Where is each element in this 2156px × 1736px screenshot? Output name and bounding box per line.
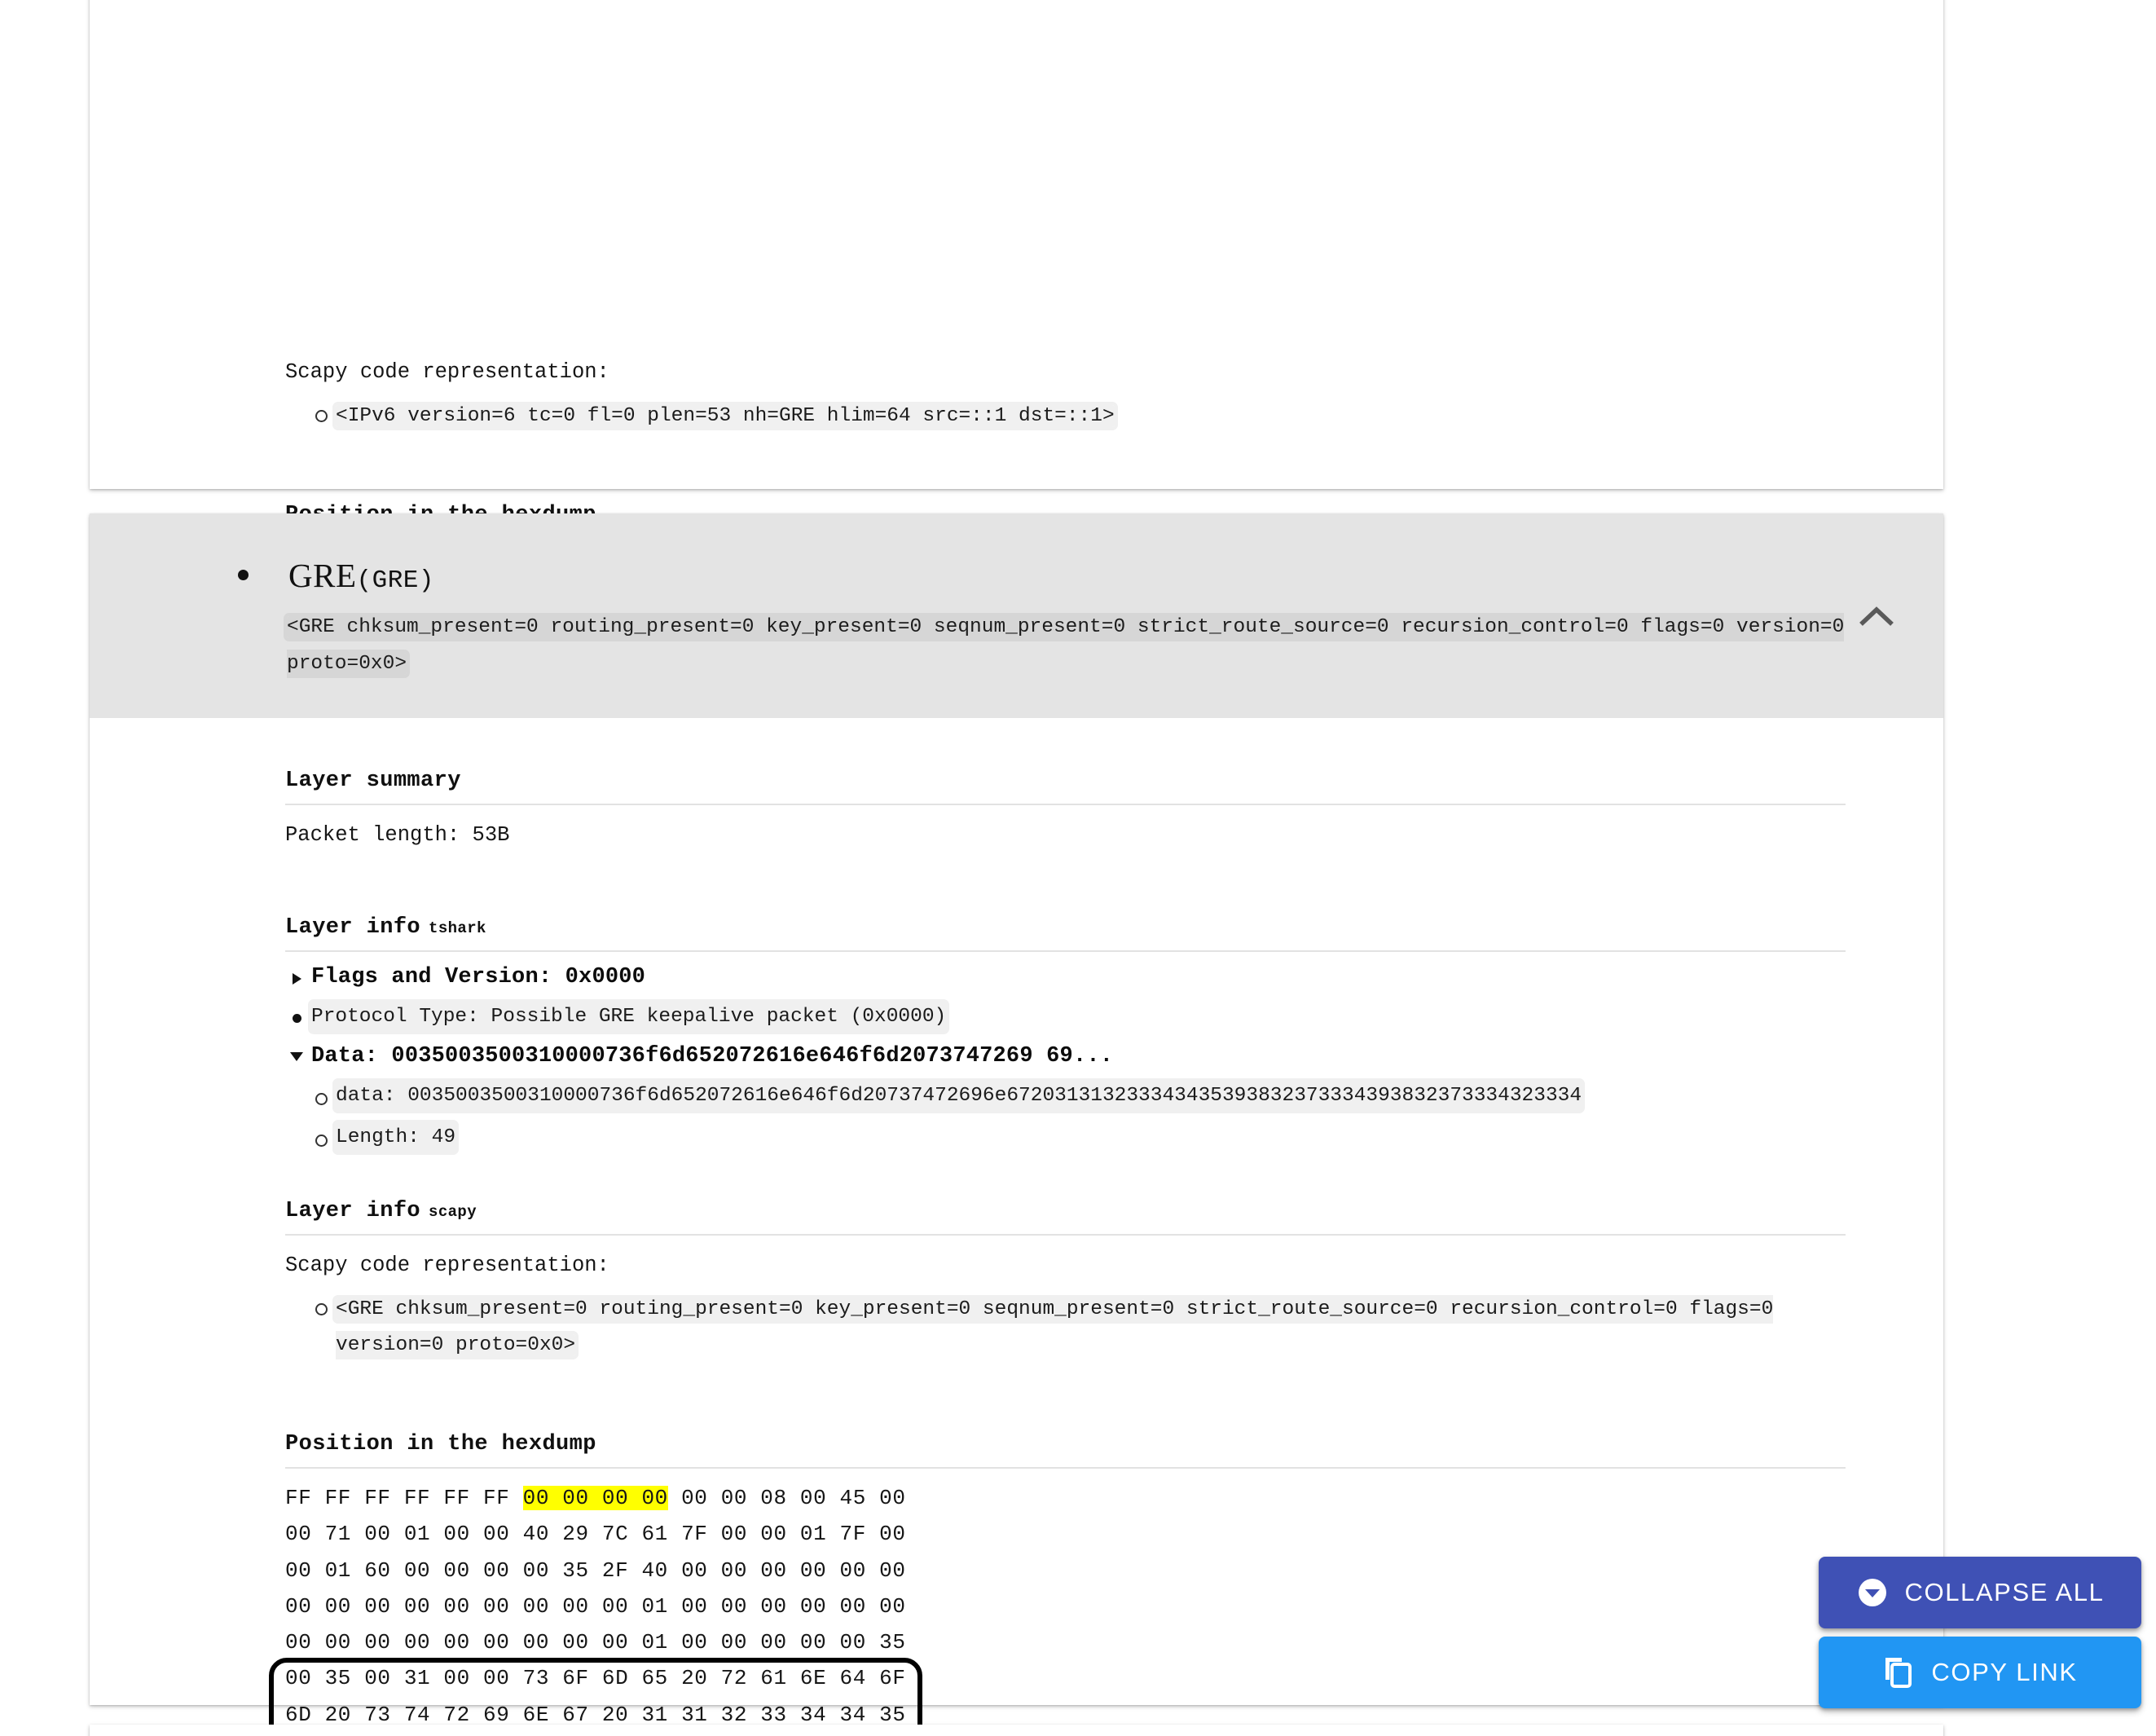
hexdump-row: 00 71 00 01 00 00 40 29 7C 61 7F 00 00 0… [285,1516,906,1552]
hex-bytes: 00 00 00 00 00 00 00 00 00 01 00 00 00 0… [285,1630,906,1655]
tshark-tree-label: Protocol Type: Possible GRE keepalive pa… [311,1002,947,1031]
tshark-tree-label: Flags and Version: 0x0000 [311,965,646,989]
hexdump-row: 00 00 00 00 00 00 00 00 00 01 00 00 00 0… [285,1624,906,1660]
copy-link-label: COPY LINK [1931,1658,2078,1686]
hex-bytes: 00 00 08 00 45 00 [667,1486,906,1510]
hex-bytes: 6D 20 73 74 72 69 6E 67 20 31 31 32 33 3… [285,1702,906,1727]
tshark-tree-label: Data: 0035003500310000736f6d652072616e64… [311,1044,1114,1068]
hex-bytes: 00 71 00 01 00 00 40 29 7C 61 7F 00 00 0… [285,1522,906,1547]
ipv6-scapy-code-col: <IPv6 version=6 tc=0 fl=0 plen=53 nh=GRE… [336,399,1147,434]
hexdump-row: 00 01 60 00 00 00 00 35 2F 40 00 00 00 0… [285,1553,906,1588]
gre-hexdump: FF FF FF FF FF FF 00 00 00 00 00 00 08 0… [269,1480,922,1736]
hex-bytes: 00 00 00 00 00 00 00 00 00 01 00 00 00 0… [285,1593,906,1619]
hex-bytes: FF FF FF FF FF FF [285,1486,523,1510]
gre-tshark-tree: Flags and Version: 0x0000 Protocol Type: … [285,965,1846,1152]
ipv6-scapy-intro: Scapy code representation: [285,360,609,384]
circle-bullet-icon [310,407,332,422]
gre-layer-info-scapy-title: Layer info [285,1199,421,1223]
copy-icon [1882,1655,1915,1690]
triangle-down-icon[interactable] [285,1052,308,1061]
circle-bullet-icon [310,1300,332,1315]
packet-detail-page: Scapy code representation: <IPv6 version… [0,0,2156,1736]
gre-scapy-code: <GRE chksum_present=0 routing_present=0 … [336,1298,1774,1356]
tshark-tree-row: Protocol Type: Possible GRE keepalive pa… [285,1002,1846,1031]
collapse-all-button[interactable]: COLLAPSE ALL [1819,1557,2141,1628]
gre-scapy-code-item: <GRE chksum_present=0 routing_present=0 … [310,1292,1846,1364]
ipv6-scapy-code: <IPv6 version=6 tc=0 fl=0 plen=53 nh=GRE… [336,405,1115,427]
layer-card-gre: GRE(GRE) <GRE chksum_present=0 routing_p… [90,513,1943,1736]
gre-layer-info-tshark-heading: Layer info tshark [285,915,1846,952]
hexdump-row: 00 00 00 00 00 00 00 00 00 01 00 00 00 0… [285,1588,906,1624]
copy-link-button[interactable]: COPY LINK [1819,1637,2141,1708]
layer-card-next [90,1725,1943,1736]
gre-scapy-intro: Scapy code representation: [285,1254,609,1277]
gre-header-code-wrap: <GRE chksum_present=0 routing_present=0 … [90,609,1943,682]
bullet-dot-icon [238,570,249,580]
circle-bullet-icon [310,1090,332,1105]
hex-bytes-highlighted: 00 00 00 00 [522,1486,668,1510]
gre-layer-summary-heading: Layer summary [285,769,1846,805]
hex-bytes: 00 35 00 31 00 00 73 6F 6D 65 20 72 61 6… [285,1666,906,1691]
gre-card-header[interactable]: GRE(GRE) <GRE chksum_present=0 routing_p… [90,513,1943,718]
circle-bullet-icon [310,1131,332,1147]
chevron-up-icon[interactable] [1859,598,1894,634]
chevron-down-circle-icon [1856,1576,1889,1609]
gre-layer-name: GRE [288,557,357,594]
tshark-tree-label: data: 0035003500310000736f6d652072616e64… [336,1082,1582,1110]
triangle-right-icon[interactable] [285,973,308,985]
gre-layer-info-tshark-title: Layer info [285,915,421,940]
gre-header-code: <GRE chksum_present=0 routing_present=0 … [287,616,1845,675]
tshark-tree-row: data: 0035003500310000736f6d652072616e64… [310,1082,1846,1110]
gre-layer-info-tshark-source: tshark [429,919,486,937]
collapse-all-label: COLLAPSE ALL [1904,1578,2105,1606]
layer-card-ipv6: Scapy code representation: <IPv6 version… [90,0,1943,834]
tshark-tree-row[interactable]: Flags and Version: 0x0000 [285,965,1846,989]
tshark-tree-row[interactable]: Data: 0035003500310000736f6d652072616e64… [285,1044,1846,1068]
hexdump-row: 00 35 00 31 00 00 73 6F 6D 65 20 72 61 6… [285,1660,906,1696]
tshark-tree-label: Length: 49 [336,1123,456,1152]
ipv6-scapy-code-item: <IPv6 version=6 tc=0 fl=0 plen=53 nh=GRE… [310,399,1846,434]
gre-hexdump-heading: Position in the hexdump [285,1432,1846,1469]
gre-scapy-code-col: <GRE chksum_present=0 routing_present=0 … [336,1292,1846,1364]
gre-layer-title: GRE(GRE) [288,556,434,595]
hex-bytes: 00 01 60 00 00 00 00 35 2F 40 00 00 00 0… [285,1558,906,1583]
gre-layer-info-scapy-source: scapy [429,1203,477,1221]
gre-packet-length: Packet length: 53B [285,823,510,847]
gre-layer-proto: (GRE) [356,566,435,595]
gre-layer-title-row: GRE(GRE) [90,556,1943,595]
hexdump-row: FF FF FF FF FF FF 00 00 00 00 00 00 08 0… [285,1480,906,1516]
gre-layer-info-scapy-heading: Layer info scapy [285,1199,1846,1236]
bullet-dot-icon [285,1011,308,1023]
tshark-tree-row: Length: 49 [310,1123,1846,1152]
gre-card-body: Layer summary Packet length: 53B Layer i… [90,718,1943,1736]
